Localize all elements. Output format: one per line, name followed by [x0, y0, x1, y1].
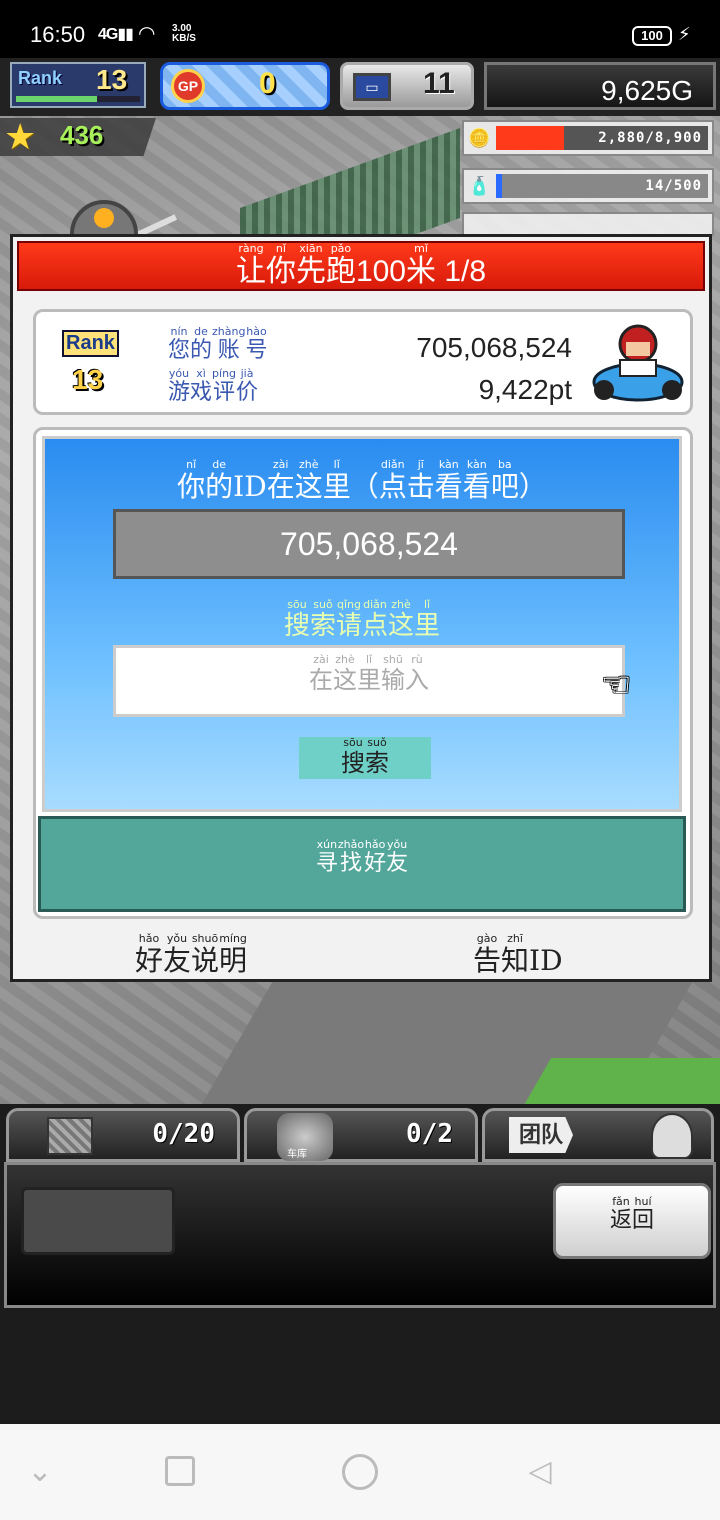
network-speed: 3.00 KB/S: [172, 24, 196, 44]
bottle-icon: 🧴: [468, 176, 491, 196]
wifi-icon: ◠: [138, 23, 156, 45]
crate-icon: [47, 1117, 93, 1155]
search-input[interactable]: 在zài这zhè里lǐ输shū入rù: [113, 645, 625, 717]
gp-counter[interactable]: GP 0: [160, 62, 330, 110]
account-value: 705,068,524: [416, 332, 572, 363]
nav-home-icon[interactable]: [342, 1454, 378, 1490]
rank-label: Rank: [62, 330, 119, 357]
computer-value: 11: [423, 67, 455, 100]
rating-value: 9,422pt: [478, 374, 572, 405]
gold-counter: 9,625G: [484, 62, 716, 110]
resource-bar-fill: [496, 126, 564, 150]
your-id-box[interactable]: 705,068,524: [113, 509, 625, 579]
resource-row-fuel: 🧴 14/500: [462, 168, 714, 204]
notify-id-text: ID: [529, 944, 563, 977]
gp-value: 0: [259, 67, 276, 100]
tab-garage[interactable]: 车库 0/2: [244, 1108, 478, 1162]
computer-counter[interactable]: ▭ 11: [340, 62, 474, 110]
clock: 16:50: [30, 22, 86, 47]
gp-coin-icon: GP: [171, 69, 205, 103]
resource-text: 14/500: [645, 178, 702, 194]
control-panel: 返fǎn回huí: [4, 1162, 716, 1308]
tab-team[interactable]: 团队: [482, 1108, 714, 1162]
status-bar: 16:50 4G▮▮ ◠ 3.00 KB/S 100 ⚡: [0, 0, 720, 58]
rating-label: 游yóu戏xì评píng价jià: [168, 367, 259, 405]
title-number: 100: [355, 255, 406, 288]
resource-text: 2,880/8,900: [598, 130, 702, 146]
resource-row-partial: [462, 212, 714, 236]
player-rank-badge[interactable]: Rank 13: [10, 62, 146, 108]
nav-collapse-icon[interactable]: ⌄: [20, 1452, 60, 1492]
cellular-signal-icon: 4G▮▮: [98, 26, 134, 43]
search-heading: 搜sōu索suǒ请qǐng点diǎn这zhè里lǐ: [283, 598, 441, 641]
rank-value: 13: [96, 64, 128, 95]
rank-label: Rank: [18, 68, 63, 88]
search-button[interactable]: 搜sōu索suǒ: [299, 736, 431, 779]
team-label: 团队: [509, 1117, 574, 1153]
nav-back-icon[interactable]: ◁: [520, 1452, 560, 1492]
garage-label: 车库: [287, 1149, 307, 1160]
charging-icon: ⚡: [678, 24, 691, 44]
coin-stack-icon: 🪙: [468, 128, 491, 148]
account-label: 您nín的de账zhàng号hào: [168, 325, 268, 363]
computer-icon: ▭: [353, 73, 391, 101]
pointing-hand-icon: ☜: [601, 666, 632, 704]
title-progress: 1/8: [444, 255, 487, 288]
gold-value: 9,625G: [601, 75, 693, 106]
id-text: ID: [233, 470, 267, 503]
back-button[interactable]: 返fǎn回huí: [553, 1183, 711, 1259]
rank-progress-bar: [16, 96, 140, 102]
items-count: 0/20: [152, 1119, 215, 1149]
title-text: 让ràng你nǐ先xiān跑pǎo: [235, 242, 356, 288]
rank-progress-fill: [16, 96, 97, 102]
resource-bar: 2,880/8,900: [496, 126, 708, 150]
star-icon: ★: [4, 116, 37, 157]
friend-help-link[interactable]: 好hǎo友yǒu说shuō明míng: [135, 932, 247, 979]
star-counter: ★ 436: [0, 118, 156, 156]
empty-action-slot[interactable]: [21, 1187, 175, 1255]
battery-icon: 100: [632, 26, 672, 46]
resource-bar-fill: [496, 174, 503, 198]
speed-unit: KB/S: [172, 33, 196, 44]
rank-value: 13: [72, 364, 104, 395]
friend-search-dialog: 让ràng你nǐ先xiān跑pǎo100米mǐ 1/8 Rank 13 您nín…: [10, 234, 712, 982]
network-type: 4G: [98, 26, 118, 43]
garage-count: 0/2: [406, 1119, 453, 1149]
search-placeholder: 在zài这zhè里lǐ输shū入rù: [309, 653, 429, 694]
resource-row-coins: 🪙 2,880/8,900: [462, 120, 714, 156]
your-id-heading[interactable]: 你nǐ的deID在zài这zhè里lǐ（点diǎn击jī看kàn看kàn吧ba）: [45, 458, 679, 505]
nav-recents-icon[interactable]: [165, 1456, 195, 1486]
star-value: 436: [60, 120, 104, 150]
resource-bar: 14/500: [496, 174, 708, 198]
dialog-title: 让ràng你nǐ先xiān跑pǎo100米mǐ 1/8: [17, 241, 705, 291]
notify-id-link[interactable]: 告gào知zhīID: [473, 932, 563, 979]
search-panel: 你nǐ的deID在zài这zhè里lǐ（点diǎn击jī看kàn看kàn吧ba）…: [33, 427, 693, 919]
team-avatar-icon: [651, 1113, 693, 1159]
tab-items[interactable]: 0/20: [6, 1108, 240, 1162]
title-unit: 米mǐ: [406, 242, 436, 288]
account-info-card: Rank 13 您nín的de账zhàng号hào 705,068,524 游y…: [33, 309, 693, 415]
system-navigation-bar: ⌄ ◁: [0, 1424, 720, 1520]
kart-driver-icon: [592, 324, 684, 402]
search-area: 你nǐ的deID在zài这zhè里lǐ（点diǎn击jī看kàn看kàn吧ba）…: [42, 436, 682, 812]
find-friends-button[interactable]: 寻xún找zhǎo好hǎo友yǒu: [38, 816, 686, 912]
